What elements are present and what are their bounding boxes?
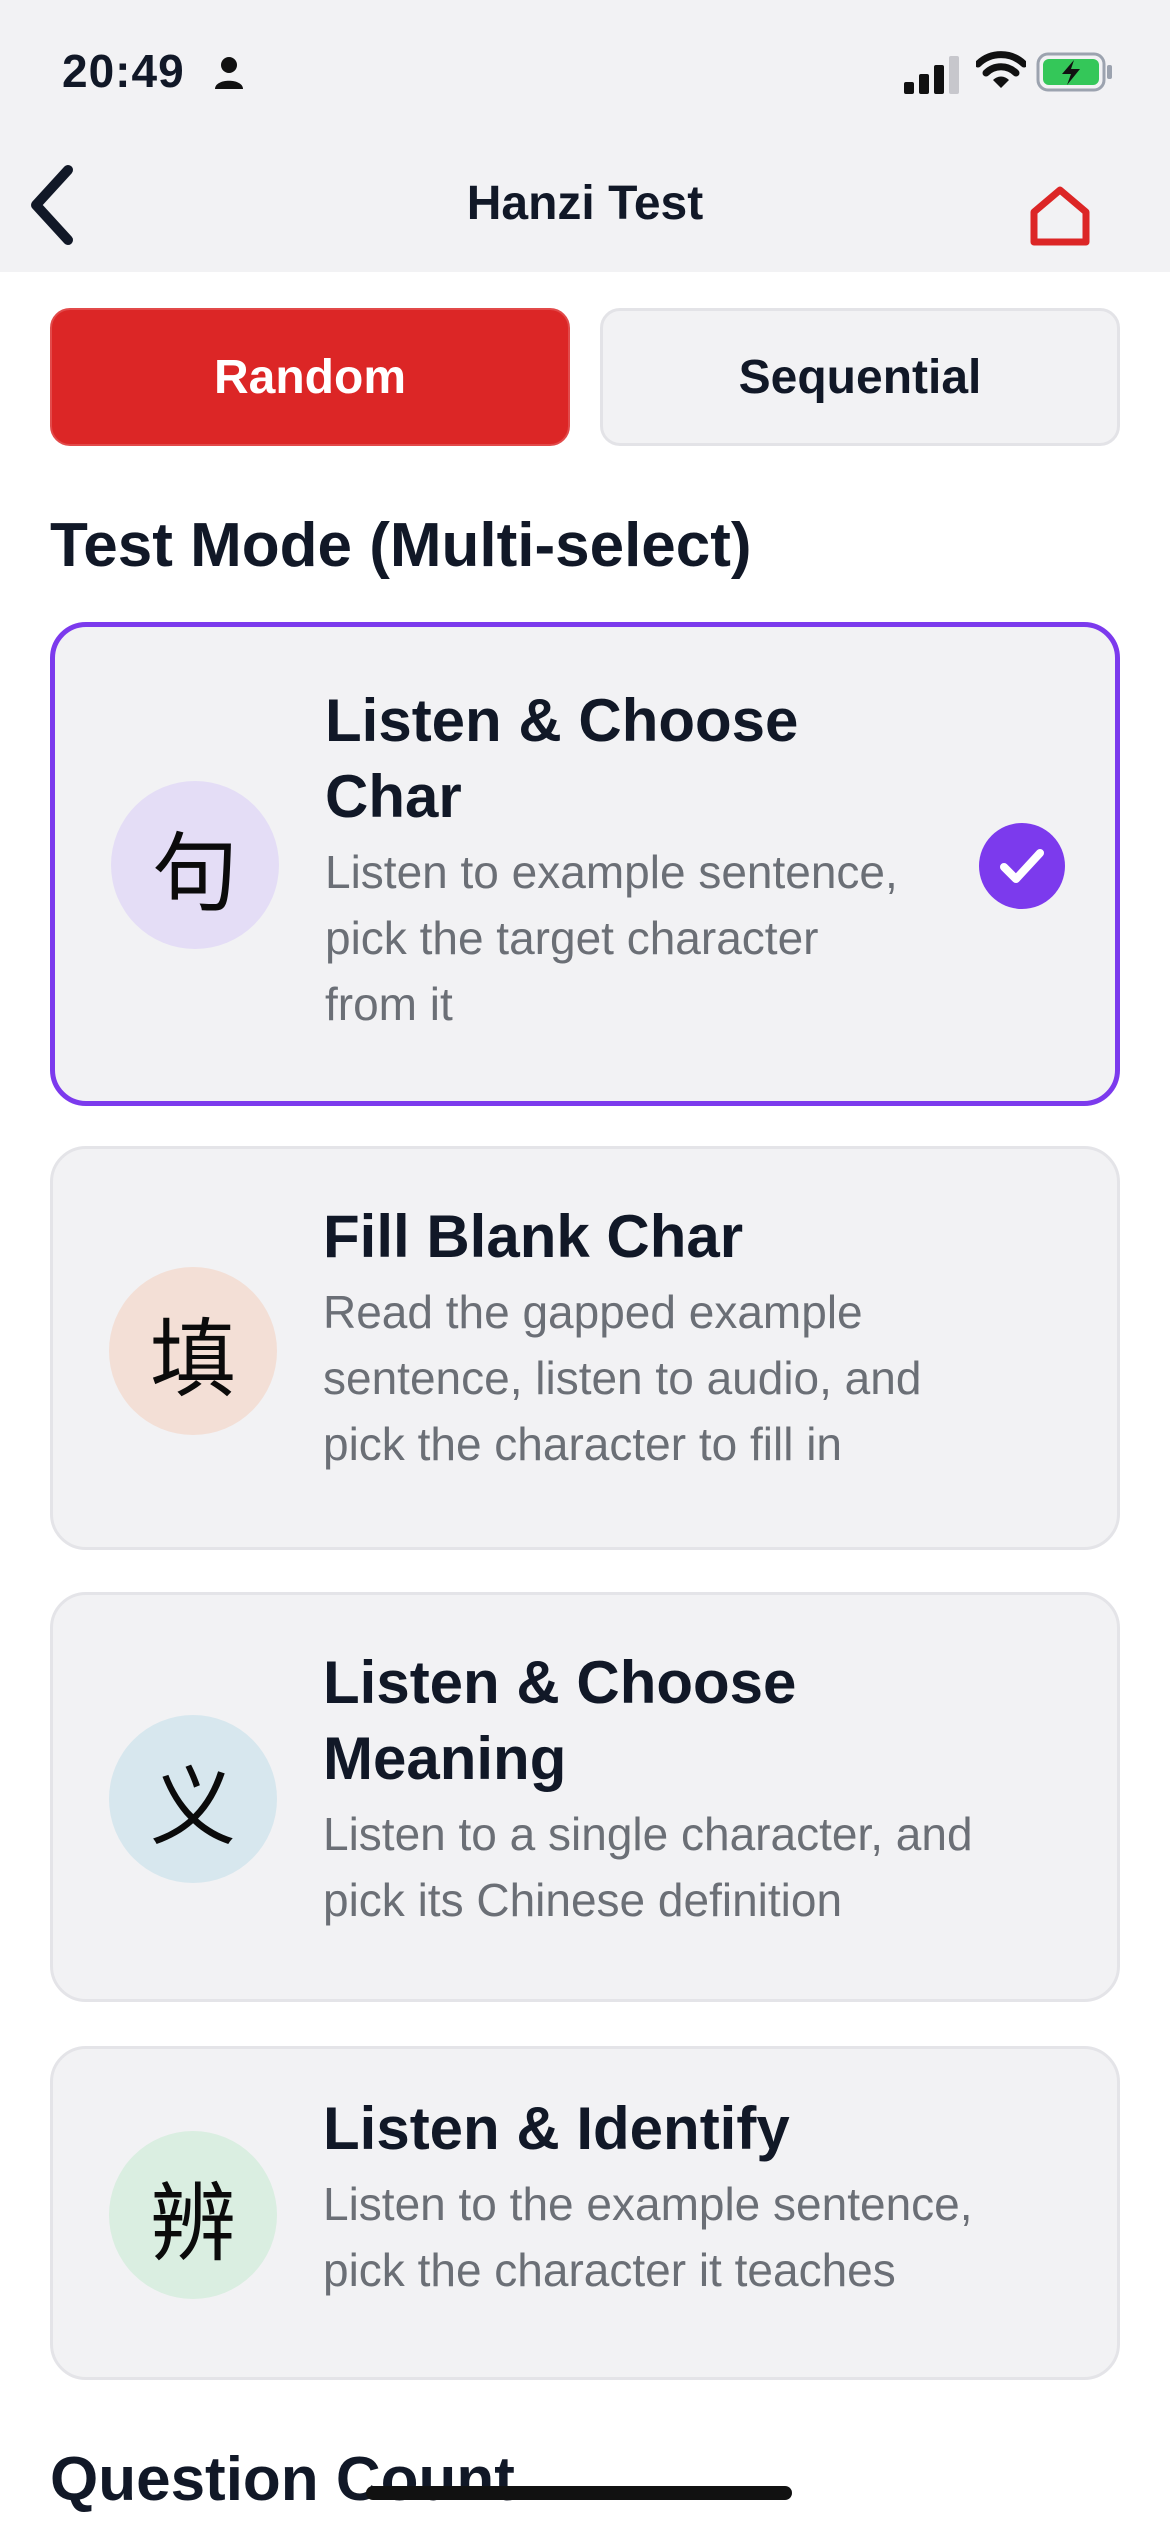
random-order-label: Random <box>214 350 406 404</box>
mode-title: Listen & Choose Meaning <box>323 1649 797 1792</box>
sequential-order-label: Sequential <box>738 350 982 404</box>
sequential-order-button[interactable]: Sequential <box>600 308 1120 446</box>
person-icon <box>215 57 243 89</box>
mode-card-listen-choose-meaning[interactable]: 义 Listen & Choose Meaning Listen to a si… <box>50 1592 1120 2002</box>
mode-description: Read the gapped example sentence, listen… <box>323 1286 922 1470</box>
test-mode-section-title: Test Mode (Multi-select) <box>50 511 752 580</box>
home-indicator <box>366 2486 792 2500</box>
sentence-char-icon: 句 <box>111 781 279 949</box>
page-title: Hanzi Test <box>466 177 704 230</box>
mode-description: Listen to a single character, and pick i… <box>323 1808 973 1926</box>
question-count-section-title: Question Count <box>50 2445 515 2514</box>
fill-char-icon: 填 <box>109 1267 277 1435</box>
mode-card-text: Fill Blank Char Read the gapped example … <box>323 1199 921 1477</box>
mode-title: Listen & Identify <box>323 2095 790 2162</box>
identify-char-icon: 辨 <box>109 2131 277 2299</box>
mode-card-listen-choose-char[interactable]: 句 Listen & Choose Char Listen to example… <box>50 622 1120 1106</box>
mode-card-text: Listen & Choose Meaning Listen to a sing… <box>323 1645 973 1933</box>
mode-description: Listen to the example sentence, pick the… <box>323 2178 973 2296</box>
mode-description: Listen to example sentence, pick the tar… <box>325 846 898 1030</box>
hanzi-test-screen: 20:49 Hanzi Test Random Sequential Test … <box>0 0 1170 2532</box>
random-order-button[interactable]: Random <box>50 308 570 446</box>
mode-card-text: Listen & Choose Char Listen to example s… <box>325 683 898 1037</box>
header-area: 20:49 Hanzi Test <box>0 0 1170 272</box>
home-icon <box>1030 186 1090 246</box>
status-time: 20:49 <box>62 45 185 97</box>
cellular-signal-icon <box>904 56 959 94</box>
home-button[interactable] <box>1028 184 1092 248</box>
meaning-char-icon: 义 <box>109 1715 277 1883</box>
mode-card-fill-blank-char[interactable]: 填 Fill Blank Char Read the gapped exampl… <box>50 1146 1120 1550</box>
mode-title: Fill Blank Char <box>323 1203 744 1270</box>
mode-card-listen-identify[interactable]: 辨 Listen & Identify Listen to the exampl… <box>50 2046 1120 2380</box>
wifi-icon <box>976 51 1026 88</box>
mode-title: Listen & Choose Char <box>325 687 799 830</box>
mode-card-text: Listen & Identify Listen to the example … <box>323 2091 973 2303</box>
selected-check-icon <box>979 823 1065 909</box>
battery-charging-icon <box>1036 52 1112 92</box>
